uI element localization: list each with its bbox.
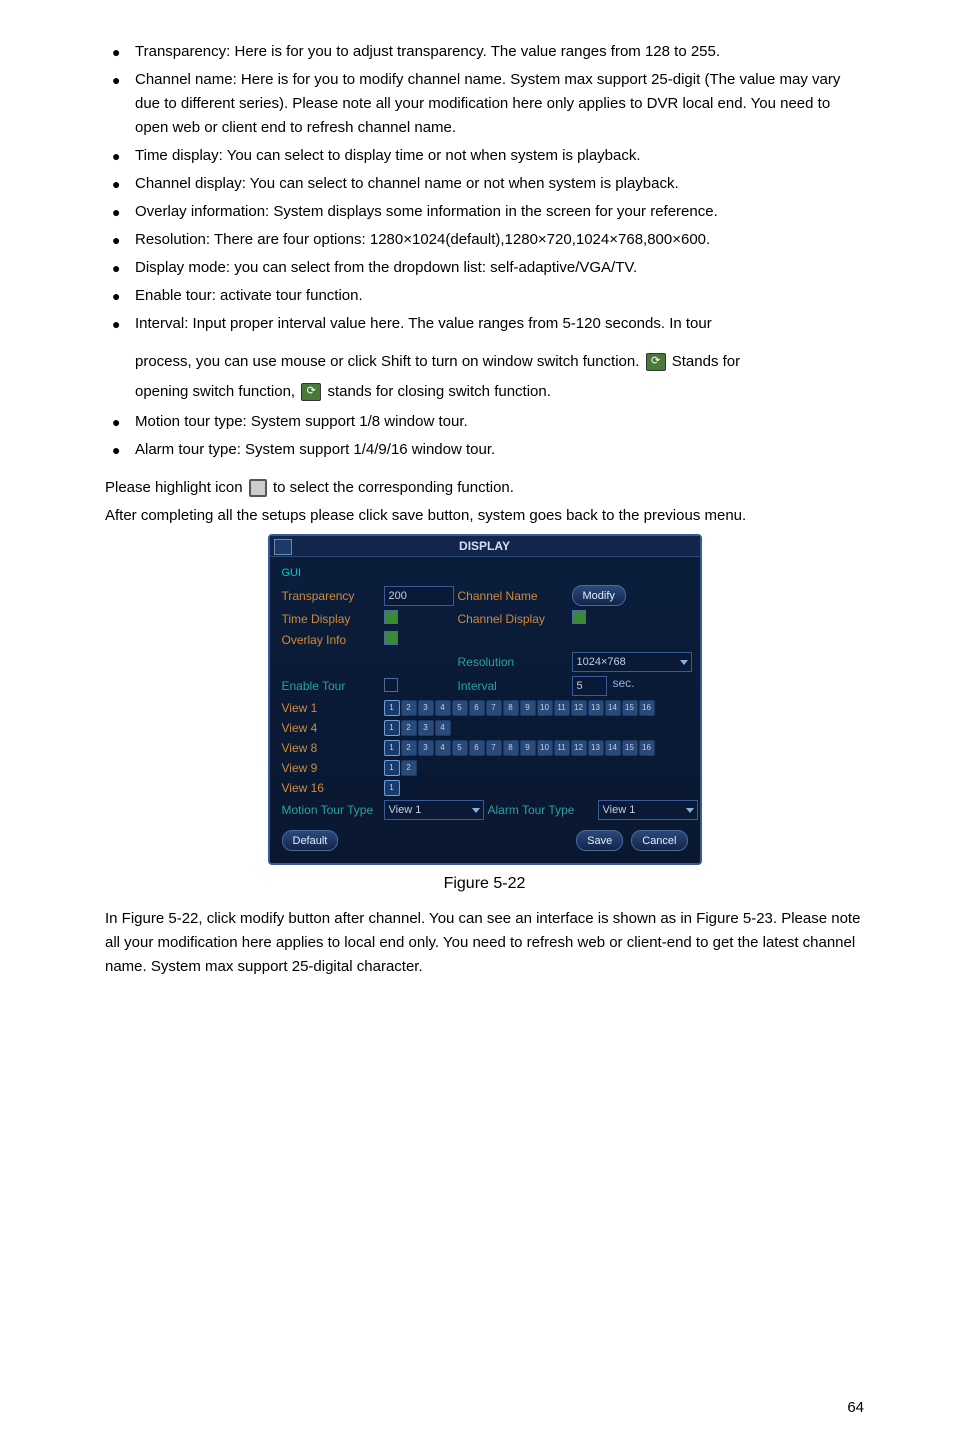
interval-continuation-1: process, you can use mouse or click Shif… — [105, 350, 864, 374]
bullet-channel-name: Channel name: Here is for you to modify … — [105, 68, 864, 140]
gui-section-label: GUI — [282, 567, 688, 579]
label-view9: View 9 — [282, 761, 380, 775]
highlight-text-b: to select the corresponding function. — [273, 479, 514, 496]
motion-tour-value: View 1 — [389, 804, 422, 816]
checkbox-overlay-info[interactable] — [384, 631, 398, 645]
label-view16: View 16 — [282, 781, 380, 795]
interval-unit: sec. — [609, 676, 692, 696]
bullet-interval: Interval: Input proper interval value he… — [105, 312, 864, 336]
label-view1: View 1 — [282, 701, 380, 715]
save-button[interactable]: Save — [576, 830, 623, 851]
label-alarm-tour: Alarm Tour Type — [488, 803, 594, 817]
highlight-text-a: Please highlight icon — [105, 479, 247, 496]
post-figure-paragraph: In Figure 5-22, click modify button afte… — [105, 907, 864, 979]
figure-label: Figure 5-22 — [105, 875, 864, 893]
label-channel-display: Channel Display — [458, 612, 568, 626]
display-window: DISPLAY GUI Transparency 200 Channel Nam… — [268, 534, 702, 865]
bullet-channel-display: Channel display: You can select to chann… — [105, 172, 864, 196]
alarm-tour-value: View 1 — [603, 804, 636, 816]
window-title: DISPLAY — [459, 539, 510, 553]
interval-continuation-2: opening switch function, ⟳ stands for cl… — [105, 380, 864, 404]
window-titlebar: DISPLAY — [270, 536, 700, 557]
interval-cont2b: stands for closing switch function. — [327, 383, 550, 400]
chevron-down-icon — [686, 808, 694, 813]
label-view8: View 8 — [282, 741, 380, 755]
highlight-icon — [249, 479, 267, 497]
label-interval: Interval — [458, 679, 568, 693]
cancel-button[interactable]: Cancel — [631, 830, 687, 851]
label-resolution: Resolution — [458, 655, 568, 669]
bullet-overlay: Overlay information: System displays som… — [105, 200, 864, 224]
label-overlay-info: Overlay Info — [282, 633, 380, 647]
chevron-down-icon — [472, 808, 480, 813]
select-resolution[interactable]: 1024×768 — [572, 652, 692, 672]
input-transparency[interactable]: 200 — [384, 586, 454, 606]
page-number: 64 — [105, 1399, 864, 1416]
highlight-instruction: Please highlight icon to select the corr… — [105, 476, 864, 500]
bullet-resolution: Resolution: There are four options: 1280… — [105, 228, 864, 252]
tour-off-icon: ⟳ — [301, 383, 321, 401]
bullet-time-display: Time display: You can select to display … — [105, 144, 864, 168]
label-channel-name: Channel Name — [458, 589, 568, 603]
modify-button[interactable]: Modify — [572, 585, 626, 606]
bullet-motion-tour: Motion tour type: System support 1/8 win… — [105, 410, 864, 434]
select-alarm-tour[interactable]: View 1 — [598, 800, 698, 820]
track-view8[interactable]: 12345678910111213141516 — [384, 740, 688, 756]
default-button[interactable]: Default — [282, 830, 339, 851]
input-interval[interactable]: 5 — [572, 676, 607, 696]
bullet-enable-tour: Enable tour: activate tour function. — [105, 284, 864, 308]
label-motion-tour: Motion Tour Type — [282, 803, 380, 817]
label-time-display: Time Display — [282, 612, 380, 626]
bullet-display-mode: Display mode: you can select from the dr… — [105, 256, 864, 280]
bullet-alarm-tour: Alarm tour type: System support 1/4/9/16… — [105, 438, 864, 462]
checkbox-time-display[interactable] — [384, 610, 398, 624]
checkbox-enable-tour[interactable] — [384, 678, 398, 692]
track-view16[interactable]: 1 — [384, 780, 688, 796]
track-view9[interactable]: 12 — [384, 760, 688, 776]
interval-cont2a: opening switch function, — [135, 383, 299, 400]
track-view1[interactable]: 12345678910111213141516 — [384, 700, 688, 716]
save-instruction: After completing all the setups please c… — [105, 504, 864, 528]
select-motion-tour[interactable]: View 1 — [384, 800, 484, 820]
interval-cont1b: Stands for — [672, 353, 740, 370]
window-icon — [274, 539, 292, 555]
tour-on-icon: ⟳ — [646, 353, 666, 371]
label-transparency: Transparency — [282, 589, 380, 603]
bullet-transparency: Transparency: Here is for you to adjust … — [105, 40, 864, 64]
chevron-down-icon — [680, 660, 688, 665]
checkbox-channel-display[interactable] — [572, 610, 586, 624]
label-enable-tour: Enable Tour — [282, 679, 380, 693]
resolution-value: 1024×768 — [577, 656, 626, 668]
label-view4: View 4 — [282, 721, 380, 735]
interval-cont1a: process, you can use mouse or click Shif… — [135, 353, 644, 370]
track-view4[interactable]: 1234 — [384, 720, 688, 736]
